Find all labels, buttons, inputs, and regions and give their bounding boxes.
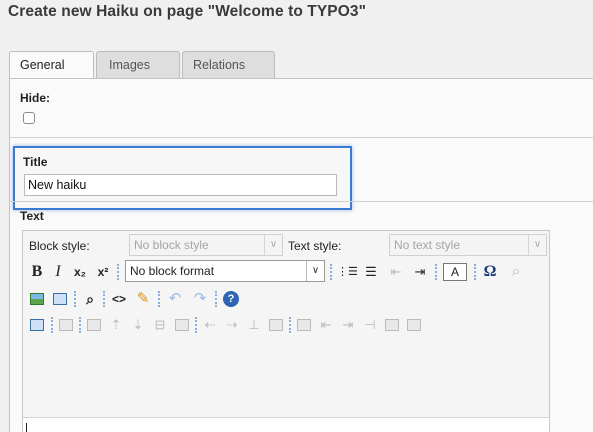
find-replace-icon[interactable]: ⌕ xyxy=(81,289,99,309)
hide-checkbox[interactable] xyxy=(23,112,35,124)
redo-icon[interactable]: ↷ xyxy=(191,289,209,309)
separator xyxy=(215,291,217,307)
general-tab-panel: Hide: Title Text Block style: No block s… xyxy=(9,78,593,432)
cell-delete-icon[interactable]: ⊣ xyxy=(361,315,379,335)
text-style-label: Text style: xyxy=(288,239,342,253)
separator xyxy=(51,317,53,333)
cell-insert-after-icon[interactable]: ⇥ xyxy=(339,315,357,335)
table-properties-icon[interactable] xyxy=(28,315,46,335)
insert-image-icon[interactable] xyxy=(28,289,46,309)
row-delete-icon[interactable]: ⊟ xyxy=(151,315,169,335)
editor-toolbar-row: B I x₂ x² No block format ∨ ⋮☰ ☰ ⇤ ⇥ A Ω… xyxy=(23,260,549,284)
superscript-icon[interactable]: x² xyxy=(94,262,112,282)
page-title: Create new Haiku on page "Welcome to TYP… xyxy=(8,3,367,20)
tab-relations[interactable]: Relations xyxy=(182,51,275,78)
editor-toolbar-row: ⇡ ⇣ ⊟ ⇠ ⇢ ⊥ ⇤ ⇥ ⊣ xyxy=(23,313,549,337)
bold-icon[interactable]: B xyxy=(28,262,46,282)
cell-merge-icon[interactable] xyxy=(405,315,423,335)
insert-table-icon[interactable] xyxy=(51,289,69,309)
block-style-label: Block style: xyxy=(29,239,90,253)
special-character-icon[interactable]: Ω xyxy=(481,262,499,282)
indent-icon[interactable]: ⇥ xyxy=(411,262,429,282)
rich-text-editor: Block style: No block style ∨ Text style… xyxy=(22,230,550,432)
separator xyxy=(474,264,476,280)
divider xyxy=(10,137,593,138)
unordered-list-icon[interactable]: ☰ xyxy=(362,262,380,282)
row-insert-after-icon[interactable]: ⇣ xyxy=(129,315,147,335)
separator xyxy=(117,264,119,280)
chevron-down-icon: ∨ xyxy=(264,235,282,255)
view-source-icon[interactable]: <> xyxy=(110,289,128,309)
tab-images[interactable]: Images xyxy=(96,51,180,78)
column-split-icon[interactable] xyxy=(267,315,285,335)
italic-icon[interactable]: I xyxy=(49,262,67,282)
hide-label: Hide: xyxy=(20,91,50,105)
cleanup-icon[interactable]: ✎ xyxy=(134,289,152,309)
separator xyxy=(79,317,81,333)
column-insert-after-icon[interactable]: ⇢ xyxy=(223,315,241,335)
help-icon[interactable]: ? xyxy=(223,291,239,307)
cell-insert-before-icon[interactable]: ⇤ xyxy=(317,315,335,335)
chevron-down-icon: ∨ xyxy=(306,261,324,281)
separator xyxy=(103,291,105,307)
text-label: Text xyxy=(20,209,44,223)
tab-bar: General Images Relations xyxy=(9,51,277,79)
cell-split-icon[interactable] xyxy=(383,315,401,335)
editor-toolbar-row: Block style: No block style ∨ Text style… xyxy=(23,234,549,258)
table-row-properties-icon[interactable] xyxy=(57,315,75,335)
editor-toolbar-row: ⌕ <> ✎ ↶ ↷ ? xyxy=(23,287,549,311)
block-style-value: No block style xyxy=(134,238,209,252)
separator xyxy=(435,264,437,280)
separator xyxy=(289,317,291,333)
text-color-icon[interactable]: A xyxy=(443,263,467,281)
text-caret xyxy=(26,423,27,432)
text-style-select[interactable]: No text style ∨ xyxy=(389,234,547,256)
row-insert-before-icon[interactable]: ⇡ xyxy=(107,315,125,335)
tab-general[interactable]: General xyxy=(9,51,94,79)
undo-icon[interactable]: ↶ xyxy=(166,289,184,309)
cell-properties-icon[interactable] xyxy=(295,315,313,335)
separator xyxy=(158,291,160,307)
separator xyxy=(195,317,197,333)
separator xyxy=(74,291,76,307)
ordered-list-icon[interactable]: ⋮☰ xyxy=(337,262,358,282)
column-insert-before-icon[interactable]: ⇠ xyxy=(201,315,219,335)
separator xyxy=(330,264,332,280)
block-format-value: No block format xyxy=(130,264,215,278)
divider xyxy=(10,201,593,202)
editor-content-area[interactable] xyxy=(23,417,549,432)
chevron-down-icon: ∨ xyxy=(528,235,546,255)
title-label: Title xyxy=(23,155,48,169)
subscript-icon[interactable]: x₂ xyxy=(71,262,89,282)
table-row-icon[interactable] xyxy=(85,315,103,335)
row-split-icon[interactable] xyxy=(173,315,191,335)
title-input[interactable] xyxy=(24,174,337,196)
text-style-value: No text style xyxy=(394,238,461,252)
block-style-select[interactable]: No block style ∨ xyxy=(129,234,283,256)
block-format-select[interactable]: No block format ∨ xyxy=(125,260,325,282)
column-delete-icon[interactable]: ⊥ xyxy=(245,315,263,335)
spellcheck-icon[interactable]: ⌕ xyxy=(507,262,525,282)
outdent-icon[interactable]: ⇤ xyxy=(387,262,405,282)
